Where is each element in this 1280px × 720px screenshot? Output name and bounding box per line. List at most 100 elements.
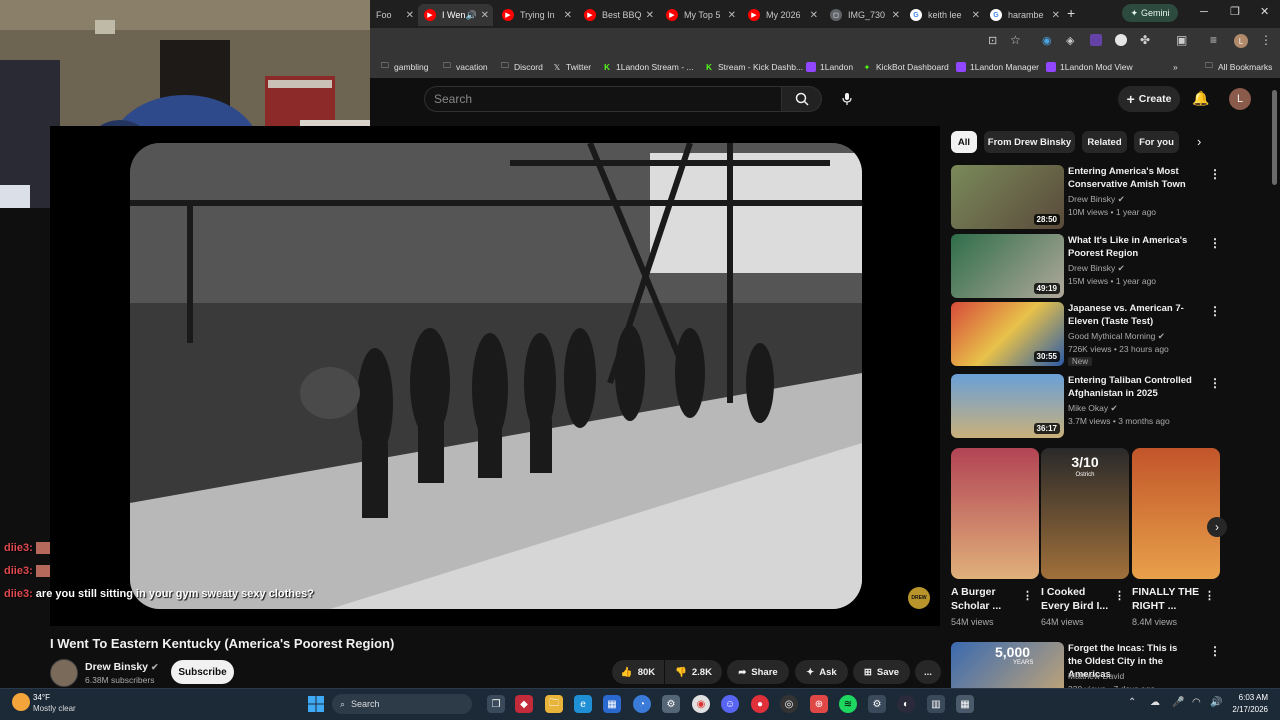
bookmark-1landon-stream[interactable]: K 1Landon Stream - ... bbox=[602, 62, 693, 72]
bookmark-1landon[interactable]: 1Landon bbox=[806, 62, 853, 72]
more-options-icon[interactable]: ⋮ bbox=[1209, 304, 1221, 318]
puzzle-extensions-icon[interactable]: ✤ bbox=[1140, 33, 1150, 47]
short-thumbnail[interactable]: 3/10 Ostrich bbox=[1041, 448, 1129, 579]
search-button[interactable] bbox=[782, 86, 822, 112]
short-title[interactable]: A Burger Scholar ... bbox=[951, 585, 1021, 613]
calculator-icon[interactable]: ▦ bbox=[956, 695, 974, 713]
browser-tab[interactable]: ▶ My 2026 ✕ bbox=[742, 4, 822, 26]
bookmark-discord[interactable]: 🗀 Discord bbox=[500, 61, 543, 72]
short-thumbnail[interactable] bbox=[951, 448, 1039, 579]
extension-icon[interactable]: ◈ bbox=[1066, 34, 1074, 47]
app-icon[interactable]: ● bbox=[751, 695, 769, 713]
browser-tab[interactable]: Foo ✕ bbox=[370, 4, 418, 26]
channel-name[interactable]: Drew Binsky ✔ bbox=[85, 661, 159, 673]
browser-tab[interactable]: ▶ Best BBQ ✕ bbox=[578, 4, 658, 26]
twitch-extension-icon[interactable] bbox=[1090, 34, 1102, 46]
browser-tab[interactable]: ▶ My Top 5 ✕ bbox=[660, 4, 740, 26]
video-title[interactable]: What It's Like in America's Poorest Regi… bbox=[1068, 234, 1193, 260]
more-options-icon[interactable]: ⋮ bbox=[1209, 236, 1221, 250]
share-button[interactable]: ➦ Share bbox=[727, 660, 789, 684]
bookmarks-overflow-button[interactable]: » bbox=[1173, 62, 1178, 72]
wifi-icon[interactable]: ◠ bbox=[1192, 697, 1201, 708]
all-bookmarks-button[interactable]: 🗀 All Bookmarks bbox=[1204, 61, 1272, 72]
taskbar-date[interactable]: 2/17/2026 bbox=[1228, 705, 1268, 714]
channel-avatar[interactable] bbox=[50, 659, 78, 687]
shorts-next-chevron-icon[interactable]: › bbox=[1207, 517, 1227, 537]
account-avatar[interactable]: L bbox=[1229, 88, 1251, 110]
tab-close-icon[interactable]: ✕ bbox=[1052, 10, 1060, 21]
extension-icon[interactable]: ◉ bbox=[1042, 34, 1052, 47]
tray-chevron-up-icon[interactable]: ⌃ bbox=[1128, 697, 1136, 708]
discord-icon[interactable]: ☺ bbox=[721, 695, 739, 713]
obs-icon[interactable]: ◐ bbox=[897, 695, 915, 713]
short-thumbnail[interactable] bbox=[1132, 448, 1220, 579]
more-options-icon[interactable]: ⋮ bbox=[1114, 589, 1125, 602]
more-options-icon[interactable]: ⋮ bbox=[1022, 589, 1033, 602]
more-options-icon[interactable]: ⋮ bbox=[1204, 589, 1215, 602]
bookmark-gambling[interactable]: 🗀 gambling bbox=[380, 61, 429, 72]
tab-close-icon[interactable]: ✕ bbox=[406, 10, 414, 21]
create-button[interactable]: + Create bbox=[1118, 86, 1180, 112]
chip-for-you[interactable]: For you bbox=[1134, 131, 1179, 153]
speaker-icon[interactable]: 🔊 bbox=[466, 10, 477, 21]
notifications-bell-icon[interactable]: 🔔 bbox=[1192, 90, 1209, 107]
browser-menu-icon[interactable]: ⋮ bbox=[1260, 33, 1272, 47]
video-thumbnail[interactable]: 28:50 bbox=[951, 165, 1064, 229]
browser-tab[interactable]: Gkeith lee ✕ bbox=[904, 4, 984, 26]
recommended-video[interactable]: 49:19 What It's Like in America's Poores… bbox=[951, 234, 1261, 298]
video-title[interactable]: Japanese vs. American 7-Eleven (Taste Te… bbox=[1068, 302, 1193, 328]
tab-close-icon[interactable]: ✕ bbox=[646, 10, 654, 21]
chip-all[interactable]: All bbox=[951, 131, 977, 153]
channel-name[interactable]: Drew Binsky ✔ bbox=[1068, 263, 1125, 274]
settings-gear-icon[interactable]: ⚙ bbox=[662, 695, 680, 713]
volume-icon[interactable]: 🔊 bbox=[1210, 697, 1222, 708]
recommended-video[interactable]: 36:17 Entering Taliban Controlled Afghan… bbox=[951, 374, 1261, 438]
spotify-icon[interactable]: ≋ bbox=[839, 695, 857, 713]
recommended-video[interactable]: 30:55 Japanese vs. American 7-Eleven (Ta… bbox=[951, 302, 1261, 366]
edge-icon[interactable]: e bbox=[574, 695, 592, 713]
weather-icon[interactable] bbox=[12, 693, 30, 711]
page-scrollbar[interactable] bbox=[1272, 90, 1277, 185]
tab-close-icon[interactable]: ✕ bbox=[972, 10, 980, 21]
channel-name[interactable]: Mike Okay ✔ bbox=[1068, 403, 1118, 414]
tab-close-icon[interactable]: ✕ bbox=[810, 10, 818, 21]
tab-close-icon[interactable]: ✕ bbox=[728, 10, 736, 21]
chrome-icon[interactable]: ◉ bbox=[692, 695, 710, 713]
app-icon[interactable]: ◎ bbox=[780, 695, 798, 713]
save-button[interactable]: ⊞ Save bbox=[853, 660, 910, 684]
store-icon[interactable]: ▦ bbox=[603, 695, 621, 713]
more-actions-button[interactable]: ... bbox=[915, 660, 941, 684]
weather-desc[interactable]: Mostly clear bbox=[33, 704, 76, 713]
tray-mic-icon[interactable]: 🎤 bbox=[1172, 697, 1184, 708]
media-control-icon[interactable]: ≡ bbox=[1210, 33, 1217, 47]
install-app-icon[interactable]: ⊡ bbox=[988, 34, 997, 47]
tab-close-icon[interactable]: ✕ bbox=[481, 10, 489, 21]
gemini-button[interactable]: ✦ Gemini bbox=[1122, 4, 1178, 22]
bookmark-star-icon[interactable]: ☆ bbox=[1010, 33, 1021, 47]
video-title[interactable]: Entering America's Most Conservative Ami… bbox=[1068, 165, 1193, 191]
channel-name[interactable]: Good Mythical Morning ✔ bbox=[1068, 331, 1165, 342]
video-thumbnail[interactable]: 30:55 bbox=[951, 302, 1064, 366]
extension-icon[interactable] bbox=[1115, 34, 1127, 46]
video-thumbnail[interactable]: 36:17 bbox=[951, 374, 1064, 438]
video-thumbnail[interactable]: 49:19 bbox=[951, 234, 1064, 298]
more-options-icon[interactable]: ⋮ bbox=[1209, 376, 1221, 390]
ask-button[interactable]: ✦ Ask bbox=[795, 660, 848, 684]
new-tab-button[interactable]: + bbox=[1067, 5, 1075, 21]
bookmark-kickbot-dashboard[interactable]: ✦ KickBot Dashboard bbox=[862, 62, 949, 72]
video-frame[interactable] bbox=[130, 143, 862, 609]
profile-avatar[interactable]: L bbox=[1234, 34, 1248, 48]
chip-from-drew-binsky[interactable]: From Drew Binsky bbox=[984, 131, 1075, 153]
side-panel-icon[interactable]: ▣ bbox=[1176, 33, 1187, 47]
tab-close-icon[interactable]: ✕ bbox=[564, 10, 572, 21]
taskbar-search[interactable]: ⌕ Search bbox=[332, 694, 472, 714]
browser-tab[interactable]: ◻ IMG_730 ✕ bbox=[824, 4, 904, 26]
tab-close-icon[interactable]: ✕ bbox=[892, 10, 900, 21]
more-options-icon[interactable]: ⋮ bbox=[1209, 167, 1221, 181]
voice-search-button[interactable] bbox=[834, 86, 860, 112]
search-input[interactable]: Search bbox=[424, 86, 782, 112]
short-title[interactable]: FINALLY THE RIGHT ... bbox=[1132, 585, 1202, 613]
app-icon[interactable]: ◆ bbox=[515, 695, 533, 713]
recommended-video[interactable]: 28:50 Entering America's Most Conservati… bbox=[951, 165, 1261, 229]
maximize-button[interactable]: ❐ bbox=[1230, 5, 1240, 18]
